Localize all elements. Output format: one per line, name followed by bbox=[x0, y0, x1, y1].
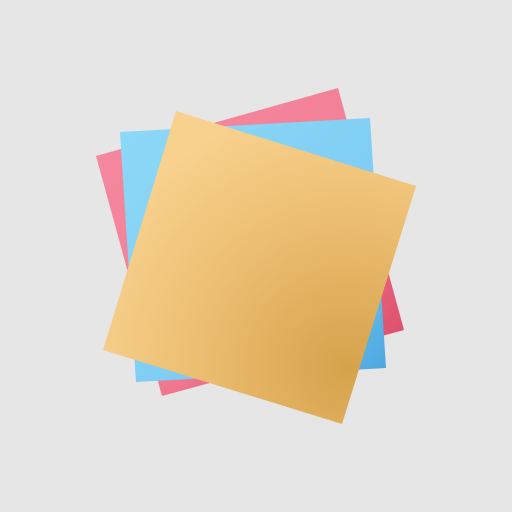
app-icon-canvas bbox=[0, 0, 512, 512]
sticky-notes-stack-icon bbox=[96, 88, 416, 424]
